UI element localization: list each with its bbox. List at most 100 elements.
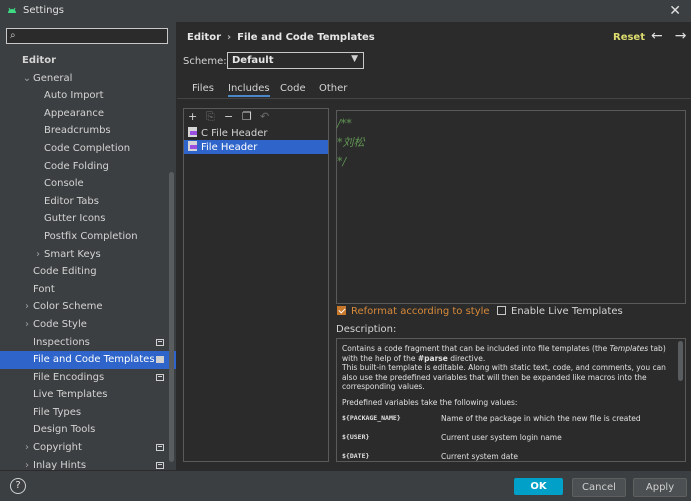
sidebar-item-label: Design Tools [33,424,96,436]
sidebar-item-label: Code Folding [44,160,109,172]
copy-template-icon[interactable]: ⎘ [206,110,215,124]
template-list-panel: + ⎘ − ❐ ↶ C File Header File Header [183,108,329,462]
chevron-right-icon[interactable]: › [22,316,32,334]
help-icon[interactable]: ? [10,478,26,494]
scheme-value: Default [232,55,274,66]
tab-other[interactable]: Other [319,83,347,94]
chevron-down-icon[interactable]: ⌄ [22,70,32,88]
sidebar-item-appearance[interactable]: Appearance [0,105,176,123]
close-icon[interactable]: ✕ [669,3,681,19]
duplicate-icon[interactable]: ❐ [242,110,252,123]
remove-icon[interactable]: − [224,110,233,123]
sidebar-item-code-folding[interactable]: Code Folding [0,158,176,176]
template-item-c-file-header[interactable]: C File Header [184,126,328,140]
template-item-label: File Header [201,142,258,153]
revert-icon[interactable]: ↶ [260,110,269,123]
live-templates-option[interactable]: Enable Live Templates [497,305,623,319]
sidebar-item-label: Inspections [33,336,90,348]
template-toolbar: + ⎘ − ❐ ↶ [184,109,328,125]
live-templates-checkbox[interactable] [497,305,506,315]
sidebar-item-auto-import[interactable]: Auto Import [0,87,176,105]
sidebar-scrollbar[interactable] [169,172,174,462]
variable-row: ${PACKAGE_NAME} Name of the package in w… [342,414,672,433]
sidebar-item-label: Smart Keys [44,248,101,260]
forward-arrow-icon[interactable]: → [675,28,687,44]
sidebar-item-label: Font [33,283,55,295]
project-scope-icon [156,461,164,469]
sidebar-item-label: Breadcrumbs [44,125,111,137]
chevron-right-icon[interactable]: › [33,246,43,264]
tab-files[interactable]: Files [192,83,214,94]
sidebar-item-color-scheme[interactable]: › Color Scheme [0,298,176,316]
template-code[interactable]: /** *刘松 */ [337,114,365,171]
sidebar-item-smart-keys[interactable]: › Smart Keys [0,246,176,264]
sidebar-item-label: Postfix Completion [44,230,138,242]
sidebar-item-general[interactable]: ⌄ General [0,70,176,88]
template-file-icon [188,141,197,151]
sidebar-item-label: File and Code Templates [33,354,155,366]
code-line: /** [337,117,352,130]
sidebar-item-label: Gutter Icons [44,213,106,225]
sidebar-item-code-completion[interactable]: Code Completion [0,140,176,158]
back-arrow-icon[interactable]: ← [651,28,663,44]
chevron-down-icon: ▼ [351,54,358,64]
description-scrollbar[interactable] [678,341,683,381]
chevron-right-icon[interactable]: › [22,439,32,457]
search-input[interactable] [25,29,165,43]
tab-code[interactable]: Code [280,83,306,94]
chevron-right-icon[interactable]: › [22,298,32,316]
settings-sidebar: ⌕ Editor ⌄ General Auto Import Appearance Bre… [0,22,177,471]
sidebar-item-font[interactable]: Font [0,281,176,299]
live-templates-label: Enable Live Templates [511,306,623,317]
title-bar: Settings ✕ [0,0,691,23]
template-file-icon [188,127,197,137]
sidebar-item-editor-tabs[interactable]: Editor Tabs [0,193,176,211]
settings-tree: Editor ⌄ General Auto Import Appearance Bread… [0,52,176,474]
sidebar-item-console[interactable]: Console [0,175,176,193]
sidebar-item-gutter-icons[interactable]: Gutter Icons [0,210,176,228]
variable-name: ${DATE} [342,451,370,460]
sidebar-item-file-encodings[interactable]: File Encodings [0,369,176,387]
reformat-option[interactable]: Reformat according to style [337,305,490,319]
description-text: Contains a code fragment that can be inc… [342,344,672,461]
sidebar-item-design-tools[interactable]: Design Tools [0,421,176,439]
sidebar-item-copyright[interactable]: › Copyright [0,439,176,457]
reformat-label: Reformat according to style [351,306,490,317]
sidebar-item-code-editing[interactable]: Code Editing [0,263,176,281]
sidebar-item-postfix-completion[interactable]: Postfix Completion [0,228,176,246]
scheme-label: Scheme: [183,56,227,67]
search-box[interactable]: ⌕ [6,28,168,44]
template-item-file-header[interactable]: File Header [184,140,328,154]
variable-desc: Name of the package in which the new fil… [441,413,641,423]
code-line: */ [337,155,347,168]
sidebar-item-label: Code Editing [33,266,97,278]
breadcrumb-editor[interactable]: Editor [187,32,221,43]
sidebar-item-breadcrumbs[interactable]: Breadcrumbs [0,122,176,140]
breadcrumb-separator: › [227,32,232,43]
reset-link[interactable]: Reset [613,32,645,43]
ok-button[interactable]: OK [514,478,563,495]
tab-includes[interactable]: Includes [228,83,270,97]
sidebar-item-label: General [33,72,73,84]
sidebar-item-editor[interactable]: Editor [0,52,176,70]
sidebar-item-inspections[interactable]: Inspections [0,334,176,352]
sidebar-item-label: Color Scheme [33,301,103,313]
description-vars-intro: Predefined variables take the following … [342,397,518,407]
description-intro: Contains a code fragment that can be inc… [342,344,666,392]
breadcrumb-current: File and Code Templates [237,32,375,43]
project-scope-icon [156,356,164,364]
description-label: Description: [336,324,397,335]
template-editor[interactable]: /** *刘松 */ [336,110,686,304]
sidebar-item-file-and-code-templates[interactable]: File and Code Templates [0,351,176,369]
template-tabs: Files Includes Code Other [177,80,691,99]
sidebar-item-label: Console [44,178,84,190]
cancel-button[interactable]: Cancel [572,478,626,497]
history-nav: ← → [651,28,691,44]
sidebar-item-file-types[interactable]: File Types [0,404,176,422]
add-icon[interactable]: + [188,110,197,123]
apply-button[interactable]: Apply [633,478,687,497]
sidebar-item-code-style[interactable]: › Code Style [0,316,176,334]
reformat-checkbox[interactable] [337,305,346,315]
scheme-dropdown[interactable]: Default ▼ [227,52,364,69]
sidebar-item-live-templates[interactable]: Live Templates [0,386,176,404]
